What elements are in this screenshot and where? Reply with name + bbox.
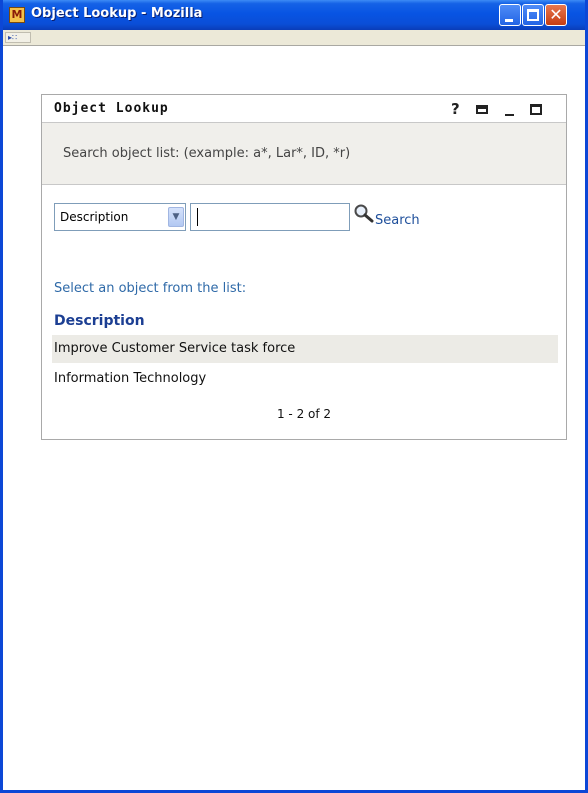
portlet-title: Object Lookup: [54, 101, 169, 116]
portlet-minimize-icon[interactable]: [505, 114, 514, 116]
title-bar[interactable]: M Object Lookup - Mozilla ✕: [3, 0, 585, 30]
column-header-description[interactable]: Description: [54, 313, 145, 329]
close-window-button[interactable]: ✕: [545, 4, 567, 26]
help-icon[interactable]: ?: [451, 100, 460, 118]
collapsed-toolbar: ▸∷: [3, 30, 585, 46]
portlet-header: Object Lookup ?: [42, 95, 566, 123]
list-item[interactable]: Improve Customer Service task force: [52, 335, 558, 363]
window-title: Object Lookup - Mozilla: [31, 6, 203, 21]
toolbar-grip-icon[interactable]: ▸∷: [5, 32, 31, 43]
pagination-text: 1 - 2 of 2: [276, 407, 332, 421]
browser-window: M Object Lookup - Mozilla ✕ ▸∷ Object Lo…: [0, 0, 588, 793]
mozilla-app-icon: M: [9, 7, 25, 23]
select-prompt: Select an object from the list:: [54, 281, 247, 296]
search-field-value: Description: [60, 210, 129, 224]
search-hint: Search object list: (example: a*, Lar*, …: [63, 146, 351, 161]
print-icon[interactable]: [476, 105, 488, 114]
magnifier-icon[interactable]: [353, 203, 375, 225]
portlet-maximize-icon[interactable]: [530, 104, 542, 115]
search-input[interactable]: [190, 203, 350, 231]
text-cursor: [197, 208, 198, 226]
list-item[interactable]: Information Technology: [52, 365, 558, 393]
search-button[interactable]: Search: [375, 213, 420, 228]
object-lookup-portlet: Object Lookup ? Search object list: (exa…: [41, 94, 567, 440]
maximize-window-button[interactable]: [522, 4, 544, 26]
minimize-window-button[interactable]: [499, 4, 521, 26]
minimize-icon: [505, 19, 513, 22]
search-field-select[interactable]: Description ▼: [54, 203, 186, 231]
search-hint-bar: Search object list: (example: a*, Lar*, …: [42, 123, 566, 185]
chevron-down-icon[interactable]: ▼: [168, 207, 184, 227]
close-icon: ✕: [549, 5, 563, 24]
maximize-icon: [527, 9, 539, 21]
